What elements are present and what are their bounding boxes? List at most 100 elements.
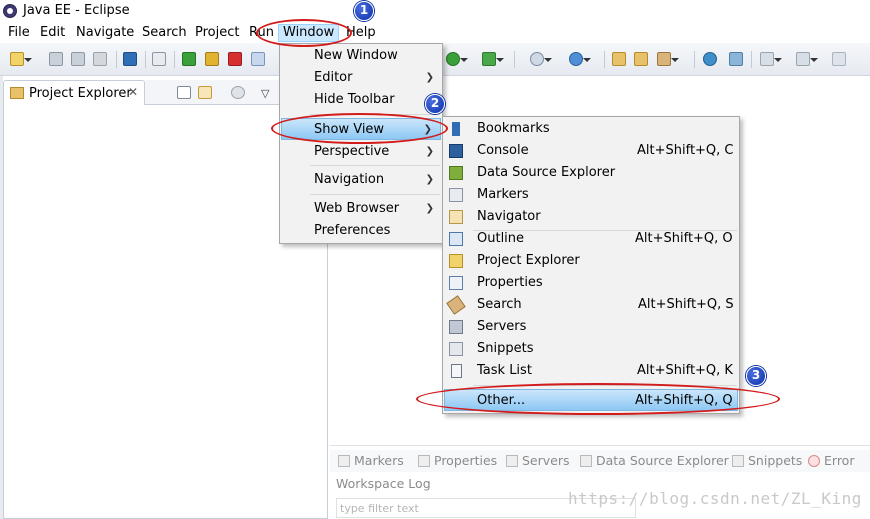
menu-file[interactable]: File (6, 24, 32, 42)
menu-item-label: New Window (314, 48, 398, 63)
navigator-icon (449, 210, 463, 224)
menu-item-markers[interactable]: Markers (443, 184, 739, 206)
toolbar-separator (174, 51, 175, 68)
menu-item-outline[interactable]: Outline Alt+Shift+Q, O (443, 228, 739, 250)
menu-item-perspective[interactable]: Perspective ❯ (280, 141, 442, 163)
menu-item-label: Navigation (314, 172, 385, 187)
view-menu-chevron-down-icon[interactable]: ▽ (261, 87, 269, 100)
new-class-icon[interactable] (569, 52, 591, 66)
menu-item-label: Project Explorer (477, 253, 580, 268)
menu-item-console[interactable]: Console Alt+Shift+Q, C (443, 140, 739, 162)
link-with-editor-icon[interactable] (198, 86, 212, 99)
menu-item-label: Preferences (314, 223, 391, 238)
print-icon[interactable] (93, 52, 107, 66)
menu-item-shortcut: Alt+Shift+Q, O (635, 231, 733, 246)
menu-item-editor[interactable]: Editor ❯ (280, 67, 442, 89)
menu-item-properties[interactable]: Properties (443, 272, 739, 294)
error-icon (808, 455, 820, 467)
focus-icon[interactable] (231, 86, 245, 99)
save-all-icon[interactable] (71, 52, 85, 66)
menu-item-label: Bookmarks (477, 121, 550, 136)
open-task-icon[interactable] (634, 52, 648, 66)
menu-item-label: Hide Toolbar (314, 92, 395, 107)
tab-servers[interactable]: Servers (506, 453, 570, 468)
skip-breakpoints-icon[interactable] (152, 52, 166, 66)
menu-item-label: Properties (477, 275, 543, 290)
tab-project-explorer[interactable]: Project Explorer ✕ (3, 80, 145, 105)
web-browser-icon[interactable] (703, 52, 717, 66)
show-view-submenu: Bookmarks Console Alt+Shift+Q, C Data Sou… (442, 116, 740, 414)
servers-icon (506, 455, 518, 467)
tab-label: Error (824, 453, 855, 468)
resume-icon[interactable] (182, 52, 196, 66)
disconnect-icon[interactable] (251, 52, 265, 66)
collapse-all-icon[interactable] (177, 86, 191, 99)
search-flashlight-icon[interactable] (657, 52, 679, 66)
terminate-icon[interactable] (228, 52, 242, 66)
menu-navigate[interactable]: Navigate (74, 24, 136, 42)
tab-label: Properties (434, 453, 498, 468)
tab-markers[interactable]: Markers (338, 453, 404, 468)
next-annotation-icon[interactable] (760, 52, 782, 66)
project-explorer-label: Project Explorer (29, 86, 132, 101)
toolbar-separator (751, 51, 752, 68)
menu-separator (310, 165, 440, 166)
menu-item-project-explorer[interactable]: Project Explorer (443, 250, 739, 272)
bookmark-icon (452, 122, 460, 136)
close-icon[interactable]: ✕ (128, 85, 138, 99)
menu-item-shortcut: Alt+Shift+Q, C (637, 143, 734, 158)
menu-edit[interactable]: Edit (38, 24, 67, 42)
tab-properties[interactable]: Properties (418, 453, 497, 468)
menu-bar: File Edit Navigate Search Project Run Wi… (0, 22, 870, 43)
menu-item-navigation[interactable]: Navigation ❯ (280, 169, 442, 191)
menu-item-servers[interactable]: Servers (443, 316, 739, 338)
tab-error-log[interactable]: Error (808, 453, 854, 468)
perspective-icon[interactable] (729, 52, 743, 66)
tab-data-source-explorer[interactable]: Data Source Explorer (580, 453, 729, 468)
bottom-panel-tabs: Markers Properties Servers Data Source E… (330, 450, 870, 472)
menu-item-hide-toolbar[interactable]: Hide Toolbar (280, 89, 442, 111)
database-icon (580, 455, 592, 467)
new-server-icon[interactable] (530, 52, 552, 66)
toolbar-separator (694, 51, 695, 68)
new-wizard-icon[interactable] (10, 52, 32, 66)
tab-snippets[interactable]: Snippets (732, 453, 802, 468)
save-icon[interactable] (49, 52, 63, 66)
menu-item-data-source-explorer[interactable]: Data Source Explorer (443, 162, 739, 184)
markers-icon (338, 455, 350, 467)
outline-icon (449, 232, 463, 246)
menu-project[interactable]: Project (193, 24, 241, 42)
back-icon[interactable] (832, 52, 846, 66)
annotation-badge-3: 3 (746, 366, 766, 386)
menu-item-new-window[interactable]: New Window (280, 45, 442, 67)
markers-icon (449, 188, 463, 202)
previous-annotation-icon[interactable] (796, 52, 818, 66)
menu-item-preferences[interactable]: Preferences (280, 220, 442, 242)
tab-label: Markers (354, 453, 404, 468)
menu-item-snippets[interactable]: Snippets (443, 338, 739, 360)
menu-item-navigator[interactable]: Navigator (443, 206, 739, 228)
open-type-icon[interactable] (612, 52, 626, 66)
toolbar-separator (145, 51, 146, 68)
menu-item-label: Editor (314, 70, 353, 85)
run-icon[interactable] (446, 52, 468, 66)
menu-item-bookmarks[interactable]: Bookmarks (443, 118, 739, 140)
menu-search[interactable]: Search (140, 24, 189, 42)
menu-item-label: Navigator (477, 209, 541, 224)
run-external-icon[interactable] (482, 52, 504, 66)
menu-item-task-list[interactable]: Task List Alt+Shift+Q, K (443, 360, 739, 382)
menu-separator (310, 194, 440, 195)
menu-item-search[interactable]: Search Alt+Shift+Q, S (443, 294, 739, 316)
menu-item-label: Web Browser (314, 201, 400, 216)
task-list-icon (451, 364, 462, 378)
menu-item-label: Task List (477, 363, 532, 378)
menu-item-label: Snippets (477, 341, 534, 356)
database-icon (449, 166, 463, 180)
suspend-icon[interactable] (205, 52, 219, 66)
properties-icon (449, 276, 463, 290)
console-monitor-icon[interactable] (123, 52, 137, 66)
eclipse-logo-icon (3, 4, 17, 18)
tab-label: Snippets (748, 453, 803, 468)
workspace-log-title: Workspace Log (336, 476, 431, 491)
menu-item-web-browser[interactable]: Web Browser ❯ (280, 198, 442, 220)
